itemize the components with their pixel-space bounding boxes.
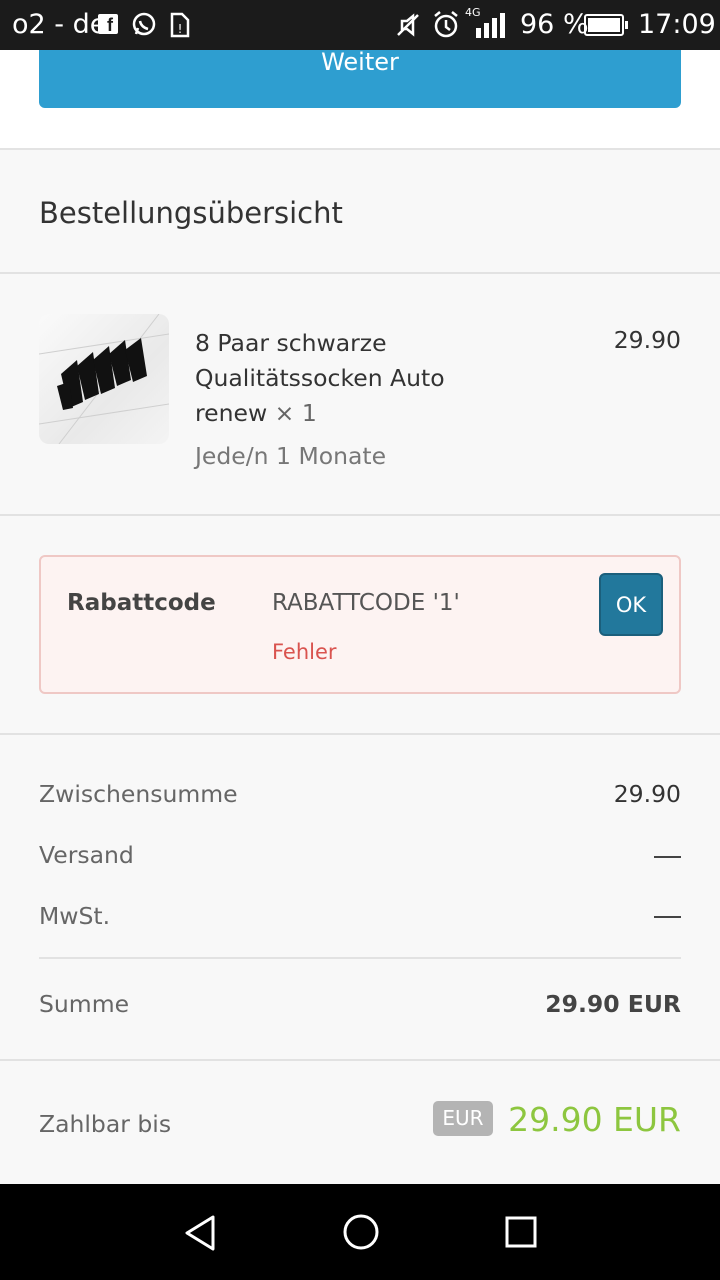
continue-button[interactable]: Weiter (39, 50, 681, 108)
divider (0, 733, 720, 735)
alarm-icon (432, 10, 460, 40)
coupon-box (39, 555, 681, 694)
tax-value-dash (654, 916, 681, 918)
continue-button-label: Weiter (321, 48, 399, 76)
navigation-bar (0, 1184, 720, 1280)
sim-alert-icon: ! (168, 11, 192, 38)
status-bar: o2 - de f ! 4G 96 % 17:09 (0, 0, 720, 50)
battery-percent: 96 % (520, 9, 589, 40)
whatsapp-icon (131, 11, 157, 37)
signal-icon (474, 12, 506, 38)
coupon-input[interactable]: RABATTCODE '1' (272, 590, 460, 616)
totals-divider (39, 957, 681, 959)
coupon-label: Rabattcode (67, 590, 216, 616)
product-image (39, 314, 169, 444)
subtotal-value: 29.90 (613, 780, 681, 808)
divider (0, 1059, 720, 1061)
back-icon[interactable] (181, 1213, 221, 1253)
divider (0, 514, 720, 516)
checkout-header: Weiter (0, 50, 720, 150)
product-price: 29.90 (613, 326, 681, 354)
clock: 17:09 (638, 9, 716, 40)
due-label: Zahlbar bis (39, 1110, 172, 1138)
shipping-value-dash (654, 856, 681, 858)
due-amount: 29.90 EUR (508, 1100, 681, 1139)
subtotal-label: Zwischensumme (39, 780, 238, 808)
battery-icon (584, 14, 628, 36)
product-name-text: 8 Paar schwarze Qualitätssocken Auto ren… (195, 329, 445, 427)
currency-badge: EUR (433, 1101, 493, 1136)
recents-icon[interactable] (504, 1215, 538, 1249)
tax-label: MwSt. (39, 902, 111, 930)
home-icon[interactable] (342, 1213, 380, 1251)
mute-icon (394, 11, 422, 39)
carrier-name: o2 - de (12, 9, 107, 40)
product-quantity: × 1 (274, 399, 317, 427)
sum-value: 29.90 EUR (545, 990, 681, 1018)
facebook-icon: f (98, 14, 118, 35)
svg-text:!: ! (178, 22, 183, 36)
coupon-ok-button[interactable]: OK (599, 573, 663, 636)
divider (0, 272, 720, 274)
order-summary-title: Bestellungsübersicht (39, 196, 343, 230)
product-interval: Jede/n 1 Monate (195, 442, 387, 470)
sum-label: Summe (39, 990, 130, 1018)
coupon-error: Fehler (272, 640, 337, 664)
product-name: 8 Paar schwarze Qualitätssocken Auto ren… (195, 326, 495, 431)
shipping-label: Versand (39, 841, 134, 869)
